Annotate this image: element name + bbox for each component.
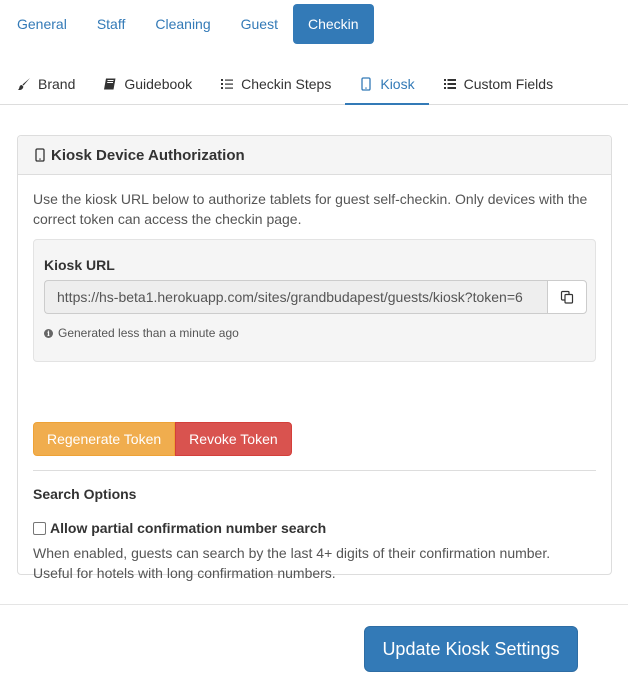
partial-search-help: When enabled, guests can search by the l… [33,545,551,581]
divider [33,470,596,471]
nav-pill-general[interactable]: General [0,4,82,44]
tab-label: Custom Fields [463,76,554,92]
partial-search-checkbox[interactable] [33,521,46,535]
copy-icon [560,290,574,304]
footer-divider [0,604,628,605]
book-icon [103,77,117,91]
list-icon [220,77,234,91]
tab-label: Checkin Steps [241,76,332,92]
tab-kiosk[interactable]: Kiosk [345,64,429,105]
partial-search-label[interactable]: Allow partial confirmation number search [50,520,326,536]
kiosk-authorization-panel: Kiosk Device Authorization Use the kiosk… [17,135,612,581]
tab-checkin-steps[interactable]: Checkin Steps [206,64,345,104]
copy-url-button[interactable] [547,280,587,314]
nav-pill-cleaning[interactable]: Cleaning [140,4,225,44]
tab-label: Kiosk [380,76,415,92]
kiosk-url-input[interactable]: https://hs-beta1.herokuapp.com/sites/gra… [44,280,547,314]
revoke-token-button[interactable]: Revoke Token [175,422,292,456]
kiosk-url-input-group: https://hs-beta1.herokuapp.com/sites/gra… [44,280,587,314]
sub-tabs: Brand Guidebook Checkin Steps Kiosk Cust… [0,64,628,105]
update-kiosk-settings-button[interactable]: Update Kiosk Settings [364,626,578,672]
tablet-icon [33,148,47,162]
partial-search-option: Allow partial confirmation number search [33,520,326,536]
panel-title: Kiosk Device Authorization [51,146,245,164]
generated-text: Generated less than a minute ago [58,326,239,340]
nav-pill-checkin[interactable]: Checkin [292,4,374,44]
top-nav: General Staff Cleaning Guest Checkin [0,4,374,44]
panel-description: Use the kiosk URL below to authorize tab… [33,191,588,227]
tab-label: Brand [38,76,76,92]
kiosk-url-label: Kiosk URL [44,257,115,273]
kiosk-url-well: Kiosk URL https://hs-beta1.herokuapp.com… [33,239,596,362]
paintbrush-icon [17,77,31,91]
nav-pill-guest[interactable]: Guest [226,4,293,44]
regenerate-token-button[interactable]: Regenerate Token [33,422,176,456]
tablet-icon [359,77,373,91]
search-options-title: Search Options [33,486,137,502]
nav-pill-staff[interactable]: Staff [82,4,141,44]
tab-custom-fields[interactable]: Custom Fields [429,64,567,104]
token-button-group: Regenerate Token Revoke Token [33,422,292,456]
tab-guidebook[interactable]: Guidebook [89,64,206,104]
info-icon: i [44,328,53,338]
list-icon [443,77,457,91]
generated-help: i Generated less than a minute ago [44,326,239,340]
panel-heading: Kiosk Device Authorization [18,136,611,175]
tab-label: Guidebook [124,76,193,92]
tab-brand[interactable]: Brand [0,64,89,104]
